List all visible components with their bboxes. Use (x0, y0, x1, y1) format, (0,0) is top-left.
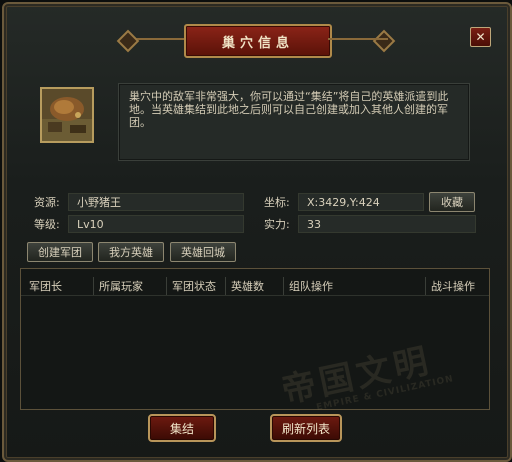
coordinate-value: X:3429,Y:424 (298, 193, 424, 211)
strength-value: 33 (298, 215, 476, 233)
refresh-list-button[interactable]: 刷新列表 (270, 414, 342, 442)
column-header-battle-action: 战斗操作 (425, 277, 475, 295)
create-legion-button[interactable]: 创建军团 (27, 242, 93, 262)
coordinate-row: 坐标: (264, 192, 290, 212)
rally-button[interactable]: 集结 (148, 414, 216, 442)
resource-row: 资源: (34, 192, 60, 212)
strength-row: 实力: (264, 214, 290, 234)
column-header-legion-status: 军团状态 (166, 277, 216, 295)
column-header-legion-leader: 军团长 (29, 280, 62, 293)
dialog-title-bar: 巢穴信息 (116, 24, 396, 58)
dialog-title: 巢穴信息 (184, 24, 332, 58)
resource-label: 资源: (34, 196, 60, 209)
column-header-player: 所属玩家 (93, 277, 143, 295)
title-ornament-right-icon (372, 29, 396, 53)
coordinate-label: 坐标: (264, 196, 290, 209)
boar-lair-icon (42, 89, 92, 141)
level-value: Lv10 (68, 215, 244, 233)
description-text: 巢穴中的敌军非常强大，你可以通过“集结”将自己的英雄派遣到此地。当英雄集结到此地… (129, 90, 449, 129)
column-header-team-action: 组队操作 (283, 277, 333, 295)
description-panel: 巢穴中的敌军非常强大，你可以通过“集结”将自己的英雄派遣到此地。当英雄集结到此地… (118, 83, 470, 161)
table-header: 军团长 所属玩家 军团状态 英雄数 组队操作 战斗操作 (21, 277, 489, 296)
hero-return-button[interactable]: 英雄回城 (170, 242, 236, 262)
title-ornament-line-right (328, 38, 388, 40)
lair-portrait (40, 87, 94, 143)
close-icon: ✕ (475, 30, 486, 44)
level-row: 等级: (34, 214, 60, 234)
strength-label: 实力: (264, 218, 290, 231)
favorite-button[interactable]: 收藏 (429, 192, 475, 212)
my-heroes-button[interactable]: 我方英雄 (98, 242, 164, 262)
title-ornament-left-icon (116, 29, 140, 53)
resource-value: 小野猪王 (68, 193, 244, 211)
level-label: 等级: (34, 218, 60, 231)
column-header-hero-count: 英雄数 (225, 277, 264, 295)
close-button[interactable]: ✕ (470, 27, 491, 47)
